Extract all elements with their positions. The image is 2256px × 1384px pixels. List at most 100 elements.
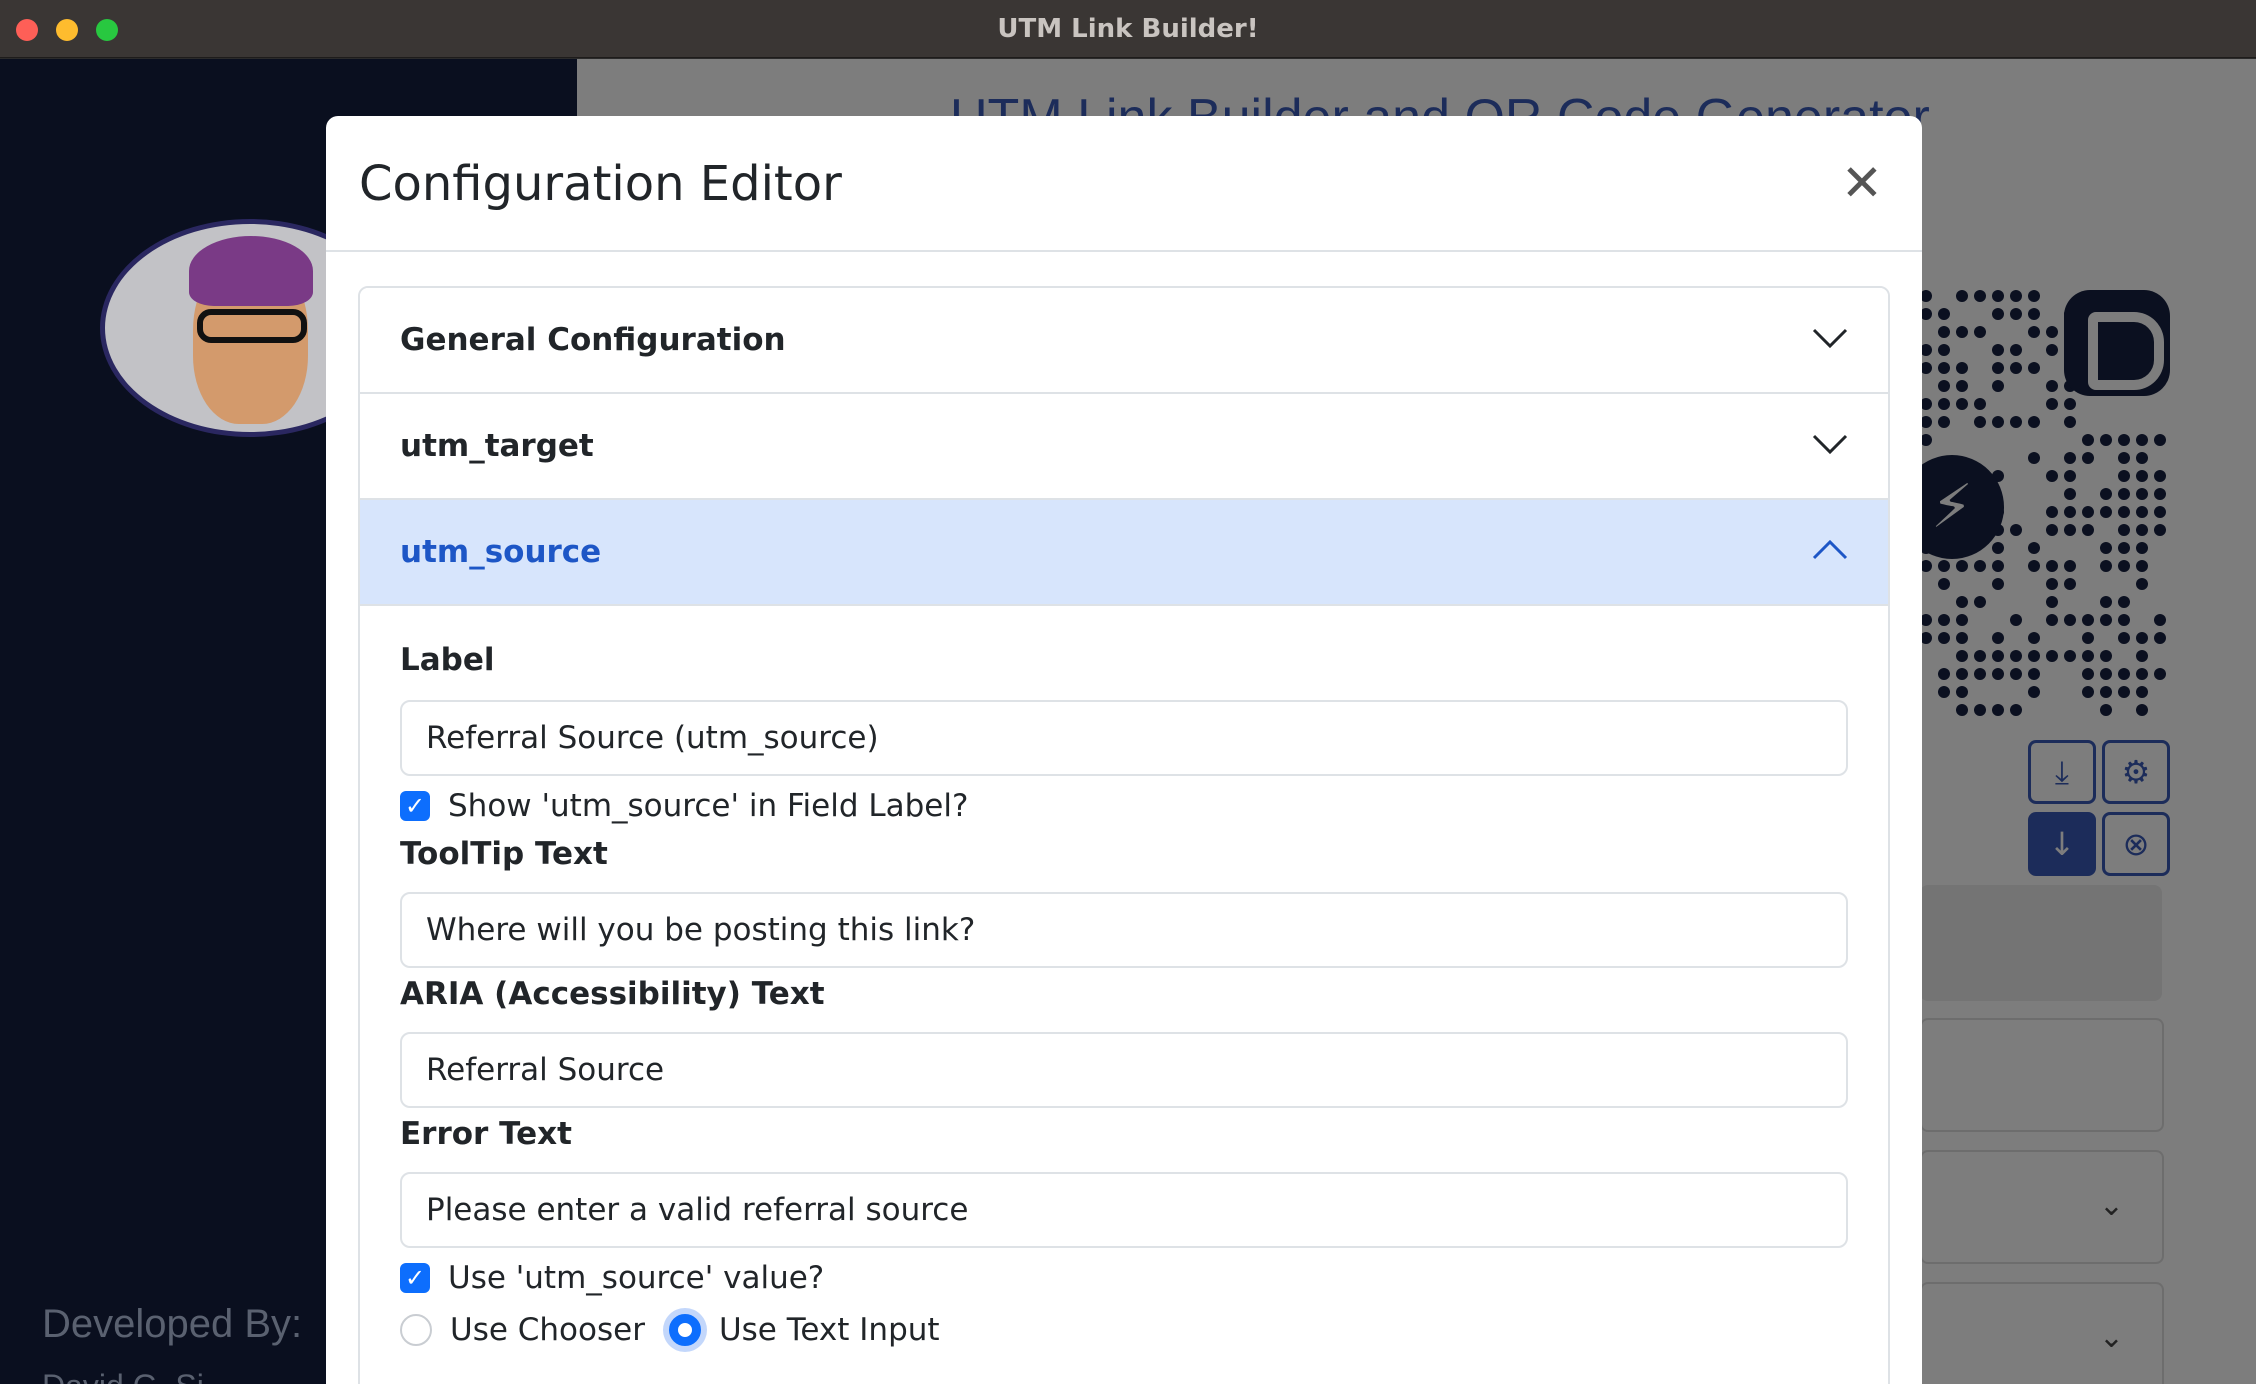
qr-module (1992, 632, 2004, 644)
qr-module (2118, 668, 2130, 680)
tooltip-heading: ToolTip Text (400, 836, 608, 872)
qr-module (1938, 668, 1950, 680)
qr-module (2064, 578, 2076, 590)
accordion-general-configuration[interactable]: General Configuration (360, 288, 1888, 394)
qr-module (1974, 398, 1986, 410)
qr-module (2136, 524, 2148, 536)
qr-module (2046, 596, 2058, 608)
qr-module (1992, 650, 2004, 662)
qr-module (1956, 632, 1968, 644)
qr-module (2010, 344, 2022, 356)
qr-module (2136, 632, 2148, 644)
qr-module (2082, 452, 2094, 464)
qr-logo-icon (2064, 290, 2170, 396)
qr-module (1974, 668, 1986, 680)
qr-module (2010, 650, 2022, 662)
use-chooser-radio[interactable] (400, 1314, 432, 1346)
collapsed-section[interactable]: ⌄ (1920, 1150, 2164, 1264)
qr-module (2118, 434, 2130, 446)
show-in-label-row[interactable]: ✓ Show 'utm_source' in Field Label? (400, 786, 968, 826)
label-heading: Label (400, 642, 495, 678)
qr-module (1938, 308, 1950, 320)
use-text-input-radio[interactable] (668, 1314, 701, 1346)
avatar-hair (189, 236, 313, 306)
accordion-utm-target[interactable]: utm_target (360, 394, 1888, 500)
accordion-label: utm_target (400, 428, 594, 464)
use-chooser-label: Use Chooser (450, 1312, 645, 1348)
qr-module (2046, 578, 2058, 590)
qr-module (2136, 650, 2148, 662)
accordion-utm-source[interactable]: utm_source (360, 500, 1888, 606)
qr-module (2136, 686, 2148, 698)
qr-module (1992, 362, 2004, 374)
download-icon[interactable]: ⤓ (2028, 740, 2096, 804)
qr-module (2118, 596, 2130, 608)
qr-module (1956, 290, 1968, 302)
qr-module (1938, 614, 1950, 626)
qr-module (2064, 506, 2076, 518)
save-download-icon[interactable]: ↓ (2028, 812, 2096, 876)
chevron-down-icon: ⌄ (2098, 1320, 2124, 1355)
use-text-input-label: Use Text Input (718, 1312, 940, 1348)
qr-module (1956, 614, 1968, 626)
link-output-panel (1920, 885, 2162, 1001)
qr-module (2082, 686, 2094, 698)
close-icon[interactable]: ✕ (1834, 158, 1890, 214)
qr-module (2136, 704, 2148, 716)
qr-module (1974, 416, 1986, 428)
use-value-label: Use 'utm_source' value? (448, 1260, 825, 1296)
show-in-label-checkbox[interactable]: ✓ (400, 791, 430, 821)
qr-module (2082, 614, 2094, 626)
qr-module (1992, 578, 2004, 590)
qr-module (2064, 560, 2076, 572)
qr-module (2028, 326, 2040, 338)
qr-module (2100, 542, 2112, 554)
accordion-label: utm_source (400, 534, 602, 570)
chevron-down-icon: ⌄ (2098, 1188, 2124, 1223)
qr-module (2100, 704, 2112, 716)
qr-module (1956, 704, 1968, 716)
qr-module (1956, 686, 1968, 698)
qr-module (2118, 686, 2130, 698)
qr-module (1938, 686, 1950, 698)
collapsed-section[interactable]: ⌄ (1920, 1282, 2164, 1384)
qr-module (2118, 560, 2130, 572)
tooltip-input[interactable] (400, 892, 1848, 968)
qr-module (2100, 650, 2112, 662)
qr-module (1992, 560, 2004, 572)
error-heading: Error Text (400, 1116, 572, 1152)
qr-module (2118, 488, 2130, 500)
aria-heading: ARIA (Accessibility) Text (400, 976, 825, 1012)
qr-module (2100, 506, 2112, 518)
developer-name: David G. Si (42, 1368, 204, 1384)
qr-module (2046, 524, 2058, 536)
use-value-row[interactable]: ✓ Use 'utm_source' value? (400, 1258, 824, 1298)
modal-header: Configuration Editor ✕ (326, 116, 1922, 252)
chevron-down-icon (1812, 434, 1848, 455)
qr-module (1956, 380, 1968, 392)
qr-module (1938, 326, 1950, 338)
aria-input[interactable] (400, 1032, 1848, 1108)
qr-module (2046, 614, 2058, 626)
qr-module (1974, 704, 1986, 716)
error-input[interactable] (400, 1172, 1848, 1248)
qr-module (2118, 452, 2130, 464)
qr-module (1992, 380, 2004, 392)
accordion-label: General Configuration (400, 322, 786, 358)
qr-module (2010, 704, 2022, 716)
qr-module (2010, 416, 2022, 428)
qr-module (2154, 434, 2166, 446)
qr-module (2154, 506, 2166, 518)
qr-module (1974, 560, 1986, 572)
config-accordion: General Configuration utm_target utm_sou… (358, 286, 1890, 1384)
qr-module (2028, 362, 2040, 374)
qr-module (2100, 560, 2112, 572)
qr-module (1992, 542, 2004, 554)
qr-module (2118, 524, 2130, 536)
qr-module (2100, 434, 2112, 446)
gear-icon[interactable]: ⚙ (2102, 740, 2170, 804)
qr-module (2082, 524, 2094, 536)
clear-icon[interactable]: ⊗ (2102, 812, 2170, 876)
label-input[interactable] (400, 700, 1848, 776)
use-value-checkbox[interactable]: ✓ (400, 1263, 430, 1293)
